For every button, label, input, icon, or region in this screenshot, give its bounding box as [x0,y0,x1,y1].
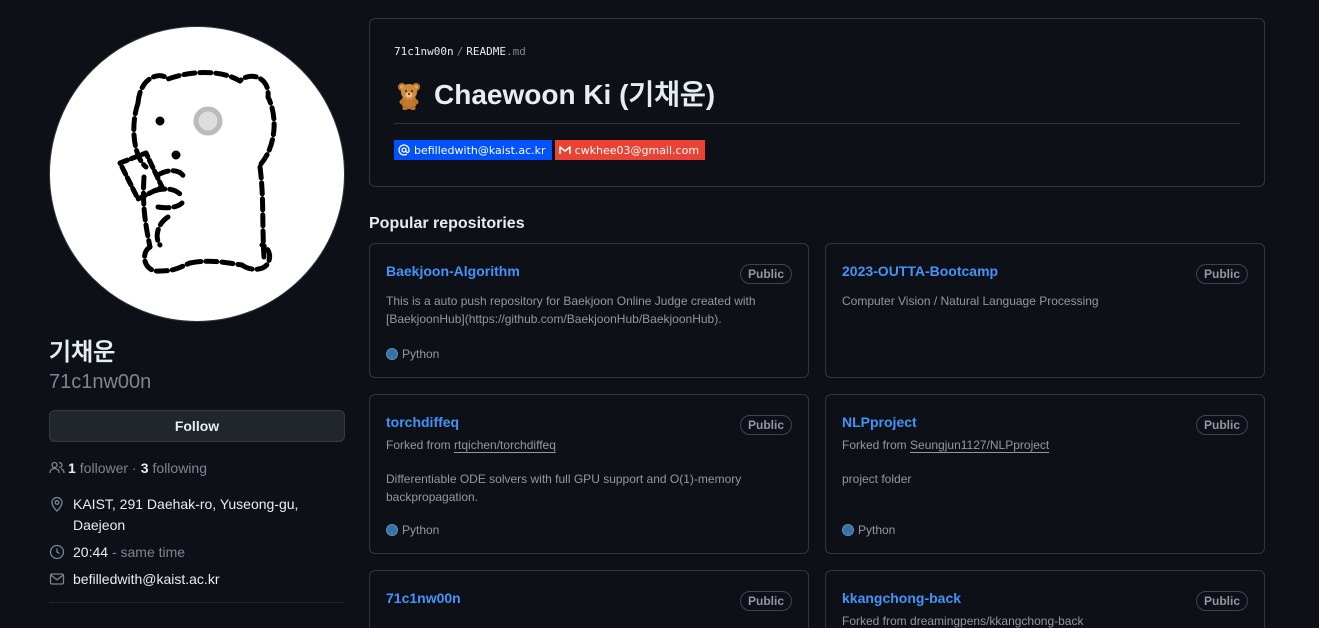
repo-card: 71c1nw00n Public [369,570,809,628]
following-count: 3 [140,460,149,476]
language-color-dot [386,348,398,360]
path-separator: / [456,45,464,58]
readme-owner-link[interactable]: 71c1nw00n [394,45,454,58]
repo-description: project folder [842,472,912,486]
language-color-dot [386,524,398,536]
follow-button[interactable]: Follow [49,410,345,442]
repo-link[interactable]: kkangchong-back [842,587,961,609]
repo-description-line-1: This is a auto push repository for Baekj… [386,294,756,308]
repo-description-line-2: backpropagation. [386,490,479,504]
local-time: 20:44 [73,544,109,560]
location-item: KAIST, 291 Daehak-ro, Yuseong-gu, Daejeo… [49,494,345,536]
email-link[interactable]: befilledwith@kaist.ac.kr [73,569,220,590]
forked-source-link[interactable]: rtqichen/torchdiffeq [454,438,556,452]
repo-description-line-1: Differentiable ODE solvers with full GPU… [386,472,742,486]
location-line-1: KAIST, 291 Daehak-ro, Yuseong-gu, [73,496,299,512]
repo-language: Python [842,523,895,537]
forked-from: Forked from rtqichen/torchdiffeq [386,436,792,454]
readme-path: 71c1nw00n / README.md [394,45,1240,59]
language-color-dot [842,524,854,536]
clock-icon [49,544,65,560]
repo-language: Python [386,523,439,537]
readme-file-name: README [466,45,506,58]
followers-summary: 1 follower · 3 following [49,458,345,478]
repo-card: kkangchong-back Public Forked from dream… [825,570,1265,628]
avatar[interactable] [49,26,345,322]
gmail-badge[interactable]: cwkhee03@gmail.com [554,140,706,160]
visibility-badge: Public [1195,264,1248,284]
location-pin-icon [49,496,65,512]
forked-prefix: Forked from [842,438,907,452]
sidebar-divider [49,602,345,603]
people-icon [49,460,65,476]
followers-count: 1 [68,460,76,476]
profile-page: 기채운 71c1nw00n Follow 1 follower · 3 foll… [0,0,1319,628]
gmail-text: cwkhee03@gmail.com [574,143,700,157]
username: 71c1nw00n [49,371,152,393]
repo-description: This is a auto push repository for Baekj… [386,292,792,328]
visibility-badge: Public [1195,415,1248,435]
repo-card: Baekjoon-Algorithm Public This is a auto… [369,243,809,378]
forked-source-link[interactable]: Seungjun1127/NLPproject [910,438,1049,452]
repo-link[interactable]: 71c1nw00n [386,587,461,609]
gmail-icon [558,144,571,156]
language-name: Python [858,523,896,537]
at-icon [398,144,410,156]
location-text: KAIST, 291 Daehak-ro, Yuseong-gu, Daejeo… [73,494,298,536]
repo-link[interactable]: 2023-OUTTA-Bootcamp [842,260,998,282]
forked-source-link[interactable]: dreamingpens/kkangchong-back [910,614,1083,628]
repo-card: 2023-OUTTA-Bootcamp Public Computer Visi… [825,243,1265,378]
display-name: 기채운 [49,339,116,366]
kaist-email-text: befilledwith@kaist.ac.kr [414,143,546,157]
visibility-badge: Public [739,264,792,284]
readme-title: Chaewoon Ki (기채운) [394,77,1240,124]
avatar-bear-drawing [117,70,277,274]
repo-description: Differentiable ODE solvers with full GPU… [386,470,792,506]
separator-dot: · [132,460,137,476]
contact-badges: befilledwith@kaist.ac.kr cwkhee03@gmail.… [394,140,1240,160]
mail-icon [49,571,65,587]
repo-link[interactable]: torchdiffeq [386,411,459,433]
language-name: Python [402,347,440,361]
email-item: befilledwith@kaist.ac.kr [49,569,345,590]
repo-language: Python [386,347,439,361]
repo-card: NLPproject Public Forked from Seungjun11… [825,394,1265,554]
readme-title-text: Chaewoon Ki (기채운) [434,79,716,110]
visibility-badge: Public [739,415,792,435]
readme-file-ext: .md [505,45,526,58]
kaist-email-badge[interactable]: befilledwith@kaist.ac.kr [394,140,552,160]
forked-from: Forked from Seungjun1127/NLPproject [842,436,1248,454]
forked-prefix: Forked from [386,438,451,452]
profile-details: KAIST, 291 Daehak-ro, Yuseong-gu, Daejeo… [49,494,345,590]
forked-prefix: Forked from [842,614,907,628]
location-line-2: Daejeon [73,517,126,533]
repo-link[interactable]: Baekjoon-Algorithm [386,260,520,282]
profile-sidebar: 기채운 71c1nw00n Follow 1 follower · 3 foll… [49,26,345,603]
time-note: - same time [111,544,186,560]
following-label: following [152,460,207,476]
following-link[interactable]: 3 following [141,460,207,476]
repo-description: Computer Vision / Natural Language Proce… [842,294,1099,308]
local-time-item: 20:44 - same time [49,542,345,563]
visibility-badge: Public [739,591,792,611]
repo-link[interactable]: NLPproject [842,411,917,433]
profile-readme: 71c1nw00n/README.md Chaewoon Ki (기채운) [369,18,1265,187]
followers-link[interactable]: 1 follower [68,460,128,476]
repo-description-line-2: [BaekjoonHub](https://github.com/Baekjoo… [386,312,722,326]
popular-repos-heading: Popular repositories [369,215,525,232]
forked-from: Forked from dreamingpens/kkangchong-back [842,612,1248,628]
followers-label: follower [79,460,129,476]
repo-card: torchdiffeq Public Forked from rtqichen/… [369,394,809,554]
visibility-badge: Public [1195,591,1248,611]
language-name: Python [402,523,440,537]
teddy-bear-icon [394,80,424,111]
